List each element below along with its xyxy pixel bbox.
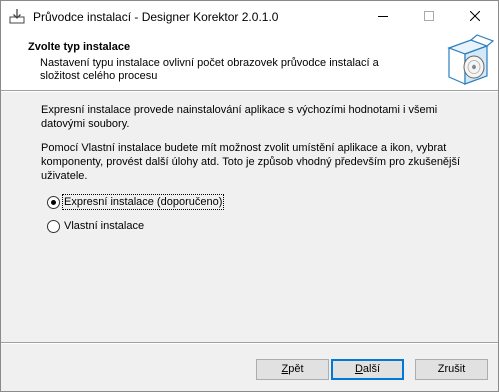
express-install-radio[interactable]	[47, 196, 60, 209]
custom-install-label[interactable]: Vlastní instalace	[64, 219, 144, 233]
header-divider	[1, 91, 498, 92]
page-description: Nastavení typu instalace ovlivní počet o…	[40, 57, 379, 82]
box-with-disc-icon	[441, 34, 495, 88]
next-button-label: alší	[362, 363, 381, 375]
close-icon	[470, 11, 480, 21]
title-bar[interactable]: Průvodce instalací - Designer Korektor 2…	[1, 1, 498, 32]
wizard-header: Zvolte typ instalace Nastavení typu inst…	[1, 32, 498, 91]
back-button-label: pět	[288, 363, 304, 375]
installer-icon	[9, 8, 25, 24]
next-button[interactable]: Další	[331, 359, 404, 380]
footer-divider	[1, 342, 498, 344]
express-install-label[interactable]: Expresní instalace (doporučeno)	[61, 194, 225, 210]
express-description: Expresní instalace provede nainstalování…	[41, 104, 438, 130]
back-button[interactable]: Zpět	[256, 359, 329, 380]
cancel-button[interactable]: Zrušit	[415, 359, 488, 380]
installer-window: Průvodce instalací - Designer Korektor 2…	[0, 0, 499, 392]
window-title: Průvodce instalací - Designer Korektor 2…	[33, 10, 279, 24]
custom-description: Pomocí Vlastní instalace budete mít možn…	[41, 142, 461, 182]
page-title: Zvolte typ instalace	[28, 41, 131, 53]
custom-install-radio[interactable]	[47, 220, 60, 233]
minimize-button[interactable]	[360, 1, 406, 32]
next-button-accel: D	[354, 363, 363, 375]
close-button[interactable]	[452, 1, 498, 32]
maximize-button[interactable]	[406, 1, 452, 32]
